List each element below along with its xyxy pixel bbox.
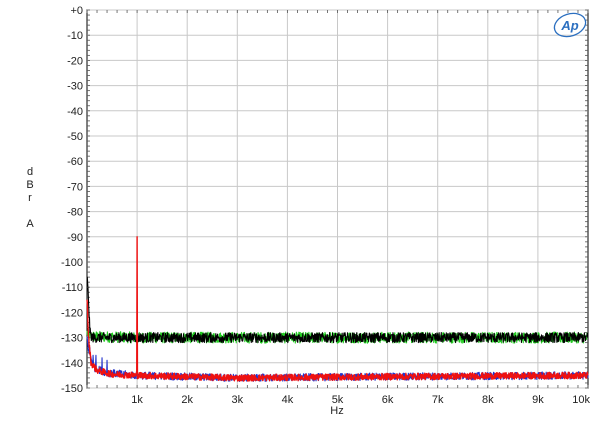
y-tick-label: -90	[67, 232, 83, 244]
y-tick-label: -140	[61, 358, 83, 370]
y-axis-label-char: A	[26, 218, 34, 230]
y-tick-label: -50	[67, 131, 83, 143]
x-tick-label: 4k	[282, 394, 294, 406]
y-tick-label: -70	[67, 181, 83, 193]
x-tick-label: 10k	[572, 394, 590, 406]
y-tick-label: +0	[70, 5, 83, 17]
x-axis-label: Hz	[330, 405, 343, 417]
y-tick-label: -100	[61, 257, 83, 269]
y-tick-label: -30	[67, 81, 83, 93]
y-tick-label: -40	[67, 106, 83, 118]
x-tick-label: 8k	[482, 394, 494, 406]
y-tick-label: -130	[61, 333, 83, 345]
x-tick-label: 2k	[181, 394, 193, 406]
y-tick-label: -120	[61, 307, 83, 319]
x-tick-label: 7k	[432, 394, 444, 406]
x-tick-label: 9k	[532, 394, 544, 406]
y-tick-label: -110	[62, 282, 83, 294]
x-tick-label: 3k	[231, 394, 243, 406]
y-axis-label: dBr A	[26, 166, 34, 230]
y-axis-label-char: B	[26, 179, 33, 191]
y-axis-label-char: r	[28, 192, 32, 204]
y-tick-label: -80	[67, 207, 83, 219]
y-tick-label: -60	[67, 156, 83, 168]
y-axis-label-char: d	[27, 166, 33, 178]
x-tick-label: 1k	[131, 394, 143, 406]
y-tick-label: -10	[67, 30, 83, 42]
y-tick-labels: +0 -10 -20 -30 -40 -50 -60 -70 -80 -90 -100 -110 -12…	[61, 5, 83, 395]
spectrum-chart: +0 -10 -20 -30 -40 -50 -60 -70 -80 -90 -100 -110 -12…	[26, 5, 590, 417]
logo-text: Ap	[560, 18, 578, 33]
y-tick-label: -20	[67, 55, 83, 67]
y-tick-label: -150	[61, 383, 83, 395]
x-tick-labels: 1k 2k 3k 4k 5k 6k 7k 8k 9k 10k	[131, 394, 590, 406]
x-tick-label: 6k	[382, 394, 394, 406]
